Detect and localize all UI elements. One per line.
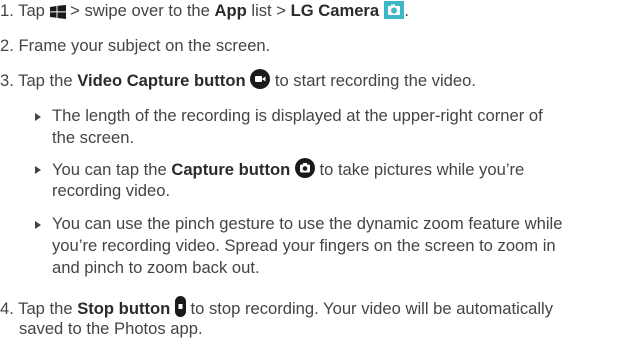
app-list-label: App xyxy=(214,1,247,20)
step-text: Tap xyxy=(18,1,50,20)
windows-logo-icon xyxy=(49,3,66,25)
bullet-2-line-2: recording video. xyxy=(52,181,171,200)
triangle-bullet-icon xyxy=(35,166,41,174)
step-number: 1. xyxy=(0,1,14,20)
step-text: Tap the xyxy=(18,71,78,90)
video-capture-button-label: Video Capture button xyxy=(77,71,246,90)
step-number: 2. xyxy=(0,36,14,55)
step-number: 3. xyxy=(0,71,14,90)
capture-button-icon xyxy=(294,158,315,184)
capture-button-label: Capture button xyxy=(171,160,291,179)
bullet-text: You can tap the xyxy=(52,160,172,179)
step-2: 2. Frame your subject on the screen. xyxy=(0,35,270,57)
bullet-3-line-1: You can use the pinch gesture to use the… xyxy=(52,214,563,233)
triangle-bullet-icon xyxy=(35,221,41,229)
triangle-bullet-icon xyxy=(35,113,41,121)
step-text: Tap the xyxy=(18,299,78,318)
step-4-continuation: saved to the Photos app. xyxy=(19,319,203,338)
step-text: Frame your subject on the screen. xyxy=(18,36,271,55)
bullet-1-line-2: the screen. xyxy=(52,128,135,147)
lg-camera-label: LG Camera xyxy=(290,1,380,20)
bullet-text: to take pictures while you’re xyxy=(319,160,525,179)
stop-button-label: Stop button xyxy=(77,299,171,318)
bullet-3-line-3: and pinch to zoom back out. xyxy=(52,258,260,277)
step-number: 4. xyxy=(0,299,14,318)
bullet-3-line-2: you’re recording video. Spread your fing… xyxy=(52,236,556,255)
step-text: > swipe over to the xyxy=(65,1,215,20)
step-text: list > xyxy=(246,1,291,20)
step-3: 3. Tap the Video Capture button to start… xyxy=(0,69,476,95)
step-1: 1. Tap > swipe over to the App list > LG… xyxy=(0,0,409,25)
step-text: . xyxy=(399,1,409,20)
instructions-page: 1. Tap > swipe over to the App list > LG… xyxy=(0,0,639,364)
step-text: to start recording the video. xyxy=(274,71,476,90)
video-capture-button-icon xyxy=(250,69,271,95)
bullet-1-line-1: The length of the recording is displayed… xyxy=(52,106,543,125)
step-text: to stop recording. Your video will be au… xyxy=(190,299,554,318)
